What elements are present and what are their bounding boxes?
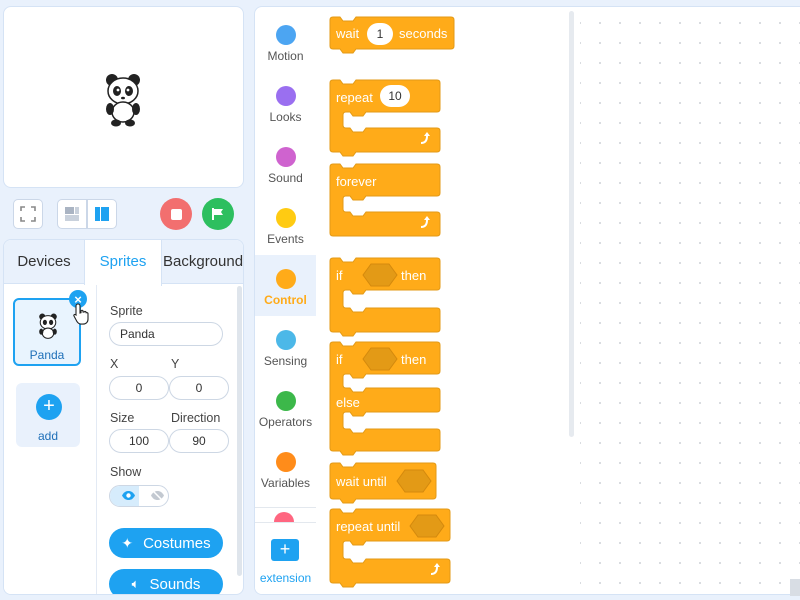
costumes-label: Costumes [143, 534, 211, 552]
layout-small-icon [65, 207, 79, 221]
layout-small-button[interactable] [57, 199, 87, 229]
code-workspace[interactable] [580, 6, 800, 596]
tab-background[interactable]: Background [162, 240, 243, 284]
category-label: Sound [268, 171, 303, 185]
panda-icon [39, 313, 57, 339]
sprite-item-panda[interactable]: Panda [13, 298, 81, 366]
category-dot-icon [275, 452, 296, 472]
category-sensing[interactable]: Sensing [255, 316, 316, 377]
category-dot-icon [275, 25, 296, 45]
block-repeat-input[interactable]: 10 [380, 85, 410, 107]
sprite-panel-scrollbar[interactable] [237, 286, 242, 576]
magic-wand-icon: ✦ [121, 534, 134, 551]
speaker-icon: 🔈︎ [131, 576, 140, 591]
sprite-panel: Devices Sprites Background Panda × + add… [3, 239, 244, 595]
category-menu: Motion Looks Sound Events Control Sensing Oper… [254, 6, 316, 595]
add-label: add [37, 429, 59, 443]
block-then-label: then [401, 268, 427, 283]
extension-icon: + [271, 539, 299, 561]
sprite-name-field[interactable]: Panda [109, 322, 223, 346]
show-hidden-option[interactable] [139, 486, 168, 506]
category-dot-icon [275, 147, 296, 167]
direction-label: Direction [171, 411, 221, 425]
eye-off-icon [150, 490, 164, 501]
category-sound[interactable]: Sound [255, 133, 316, 194]
tab-devices[interactable]: Devices [4, 240, 84, 284]
stop-button[interactable] [160, 198, 192, 230]
category-events[interactable]: Events [255, 194, 316, 255]
stop-icon [170, 208, 182, 220]
category-motion[interactable]: Motion [255, 11, 316, 72]
block-wait-until-label: wait until [336, 474, 387, 489]
more-category-dot[interactable] [274, 512, 294, 522]
fullscreen-button[interactable] [13, 199, 43, 229]
category-dot-icon [275, 86, 296, 106]
show-label: Show [110, 465, 142, 479]
category-control[interactable]: Control [255, 255, 316, 316]
category-label: Sensing [263, 354, 308, 368]
show-visible-option[interactable] [110, 486, 139, 506]
plus-icon: + [36, 394, 62, 420]
category-label: Operators [258, 415, 313, 429]
stage[interactable] [3, 6, 244, 188]
tab-sprites[interactable]: Sprites [84, 240, 162, 286]
panda-icon[interactable] [102, 71, 144, 127]
category-label: Control [264, 293, 307, 307]
costumes-button[interactable]: ✦ Costumes [109, 528, 223, 558]
size-field[interactable]: 100 [109, 429, 169, 453]
category-variables[interactable]: Variables [255, 438, 316, 499]
y-field[interactable]: 0 [169, 376, 229, 400]
green-flag-button[interactable] [202, 198, 234, 230]
layout-large-icon [95, 207, 109, 221]
extension-label: extension [259, 571, 312, 585]
category-dot-icon [275, 330, 296, 350]
sounds-button[interactable]: 🔈︎ Sounds [109, 569, 223, 594]
extension-button[interactable]: + extension [255, 522, 316, 594]
block-if-label: if [336, 268, 343, 283]
block-wait-suffix: seconds [399, 26, 448, 41]
size-label: Size [110, 411, 135, 425]
category-label: Looks [269, 110, 302, 124]
add-sprite-button[interactable]: + add [16, 383, 80, 447]
block-wait-prefix: wait [336, 26, 360, 41]
x-label: X [110, 357, 119, 371]
category-operators[interactable]: Operators [255, 377, 316, 438]
x-field[interactable]: 0 [109, 376, 169, 400]
block-repeat-prefix: repeat [336, 90, 373, 105]
sounds-label: Sounds [149, 575, 201, 593]
block-palette: wait 1 seconds repeat 10 forever if then… [316, 6, 580, 595]
category-dot-icon [275, 391, 296, 411]
hand-cursor-icon [73, 303, 89, 325]
show-toggle[interactable] [109, 485, 169, 507]
block-then-label: then [401, 352, 427, 367]
block-repeat-until-label: repeat until [336, 519, 401, 534]
direction-field[interactable]: 90 [169, 429, 229, 453]
eye-icon [121, 491, 135, 500]
green-flag-icon [212, 208, 223, 220]
palette-scrollbar[interactable] [569, 11, 574, 437]
y-label: Y [171, 357, 180, 371]
sprite-label: Sprite [110, 304, 143, 318]
category-label: Motion [267, 49, 304, 63]
layout-large-button[interactable] [87, 199, 117, 229]
block-if-label: if [336, 352, 343, 367]
block-wait-input[interactable]: 1 [367, 23, 393, 45]
fullscreen-icon [20, 206, 36, 222]
category-looks[interactable]: Looks [255, 72, 316, 133]
category-dot-icon [275, 269, 296, 289]
block-forever-label: forever [336, 174, 377, 189]
sprite-item-label: Panda [29, 348, 65, 362]
category-dot-icon [275, 208, 296, 228]
category-label: Events [267, 232, 304, 246]
block-else-label: else [336, 395, 360, 410]
category-label: Variables [260, 476, 311, 490]
workspace-scrollbar[interactable] [790, 579, 800, 596]
